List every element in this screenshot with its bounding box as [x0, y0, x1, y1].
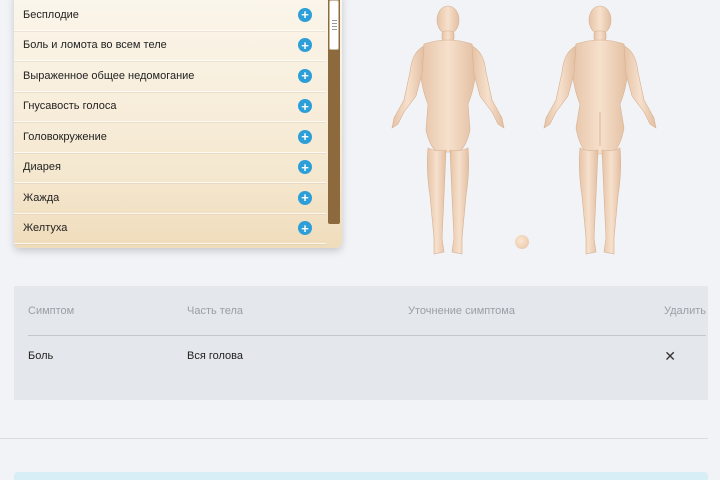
add-symptom-button[interactable]: +	[298, 159, 312, 175]
plus-icon: +	[301, 220, 309, 236]
plus-icon: +	[301, 7, 309, 23]
symptom-list-scrollbar[interactable]	[328, 0, 340, 224]
symptom-label: Боль и ломота во всем теле	[23, 39, 167, 52]
close-icon: ✕	[664, 347, 676, 364]
header-body-part: Часть тела	[187, 304, 243, 317]
symptom-label: Выраженное общее недомогание	[23, 69, 195, 82]
body-figure-front[interactable]	[378, 0, 518, 260]
symptom-item[interactable]: Головокружение +	[14, 122, 326, 153]
header-detail: Уточнение симптома	[408, 304, 515, 317]
add-symptom-button[interactable]: +	[298, 37, 312, 53]
plus-icon: +	[301, 68, 309, 84]
add-symptom-button[interactable]: +	[298, 7, 312, 23]
plus-icon: +	[301, 98, 309, 114]
symptom-item[interactable]: Боль и ломота во всем теле +	[14, 31, 326, 61]
symptom-label: Гнусавость голоса	[23, 100, 117, 113]
table-row: Боль Вся голова ✕	[28, 336, 706, 376]
symptom-item[interactable]: Жажда +	[14, 183, 326, 214]
symptom-item[interactable]: Выраженное общее недомогание +	[14, 61, 326, 92]
divider	[0, 438, 708, 439]
table-header: Симптом Часть тела Уточнение симптома Уд…	[28, 286, 706, 336]
add-symptom-button[interactable]: +	[298, 220, 312, 236]
symptom-label: Желтуха	[23, 222, 68, 235]
plus-icon: +	[301, 129, 309, 145]
selected-symptoms-table: Симптом Часть тела Уточнение симптома Уд…	[14, 286, 708, 400]
header-symptom: Симптом	[28, 304, 75, 317]
symptom-label: Жажда	[23, 191, 60, 204]
add-symptom-button[interactable]: +	[298, 129, 312, 145]
row-body-part: Вся голова	[187, 350, 243, 362]
plus-icon: +	[301, 159, 309, 175]
scrollbar-thumb[interactable]	[329, 0, 339, 50]
add-symptom-button[interactable]: +	[298, 190, 312, 206]
symptom-item[interactable]: Желтуха +	[14, 214, 326, 244]
add-symptom-button[interactable]: +	[298, 98, 312, 114]
plus-icon: +	[301, 190, 309, 206]
symptom-item[interactable]: Бесплодие +	[14, 0, 326, 31]
body-figure-back[interactable]	[530, 0, 670, 260]
body-map	[370, 0, 690, 262]
add-symptom-button[interactable]: +	[298, 68, 312, 84]
symptom-label: Бесплодие	[23, 8, 79, 21]
selection-marker[interactable]	[515, 235, 529, 249]
symptom-label: Диарея	[23, 161, 61, 174]
row-symptom: Боль	[28, 350, 54, 362]
symptom-item[interactable]: Гнусавость голоса +	[14, 92, 326, 122]
info-bar	[14, 472, 708, 480]
symptom-label: Головокружение	[23, 130, 107, 143]
symptom-item[interactable]: Диарея +	[14, 153, 326, 183]
symptom-list: Бесплодие + Боль и ломота во всем теле +…	[14, 0, 326, 244]
plus-icon: +	[301, 37, 309, 53]
delete-row-button[interactable]: ✕	[664, 336, 676, 376]
symptom-list-panel: Бесплодие + Боль и ломота во всем теле +…	[14, 0, 342, 248]
header-delete: Удалить	[664, 304, 706, 317]
page: Бесплодие + Боль и ломота во всем теле +…	[0, 0, 720, 480]
